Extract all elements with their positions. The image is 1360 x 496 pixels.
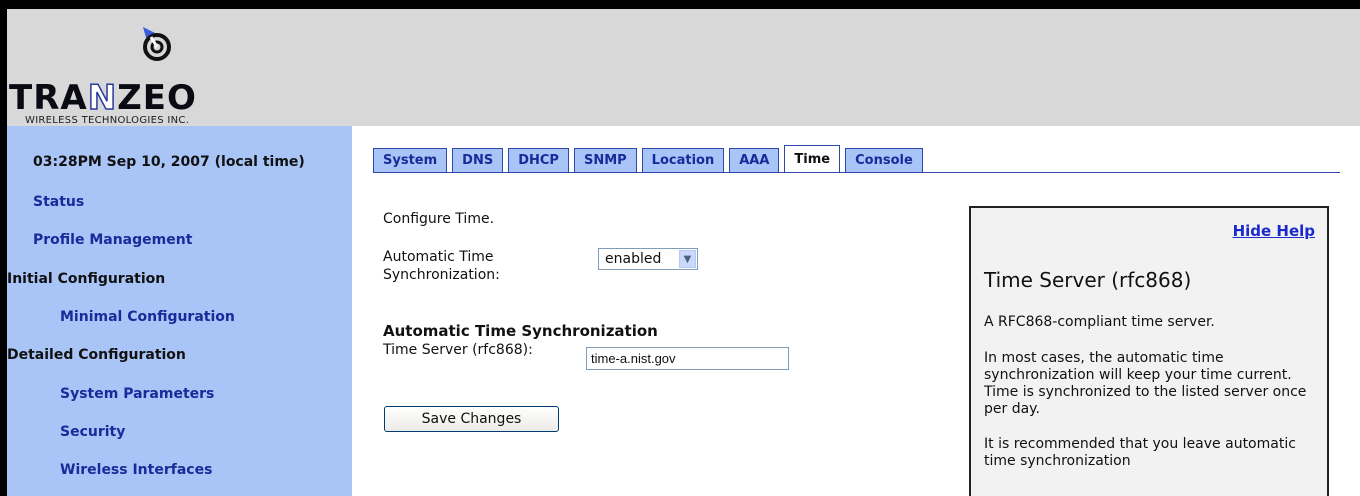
help-paragraph-2: In most cases, the automatic time synchr… [984, 350, 1307, 417]
header: TRANZEO WIRELESS TECHNOLOGIES INC. [7, 9, 1360, 126]
tab-dhcp[interactable]: DHCP [508, 148, 569, 172]
form-intro: Configure Time. [383, 211, 495, 227]
help-title: Time Server (rfc868) [984, 268, 1192, 292]
local-time: 03:28PM Sep 10, 2007 (local time) [33, 154, 305, 170]
tab-location[interactable]: Location [641, 148, 725, 172]
help-paragraph-1: A RFC868-compliant time server. [984, 314, 1215, 330]
tab-console[interactable]: Console [845, 148, 923, 172]
sidebar-item-profile-management[interactable]: Profile Management [33, 232, 192, 248]
sidebar-item-security[interactable]: Security [60, 424, 125, 440]
tab-system[interactable]: System [373, 148, 448, 172]
app-frame: TRANZEO WIRELESS TECHNOLOGIES INC. 03:28… [7, 9, 1360, 496]
sidebar-item-minimal-configuration[interactable]: Minimal Configuration [60, 309, 235, 325]
chevron-down-icon[interactable]: ▼ [679, 250, 696, 268]
auto-sync-label-line2: Synchronization: [383, 267, 500, 283]
sidebar-heading-initial-configuration: Initial Configuration [7, 271, 166, 287]
sidebar-item-status[interactable]: Status [33, 194, 84, 210]
hide-help-link[interactable]: Hide Help [1233, 222, 1315, 240]
auto-sync-label-line1: Automatic Time [383, 249, 494, 265]
logo-mark-icon [143, 27, 171, 61]
tab-aaa[interactable]: AAA [729, 148, 780, 172]
main-content: System DNS DHCP SNMP Location AAA Time C… [352, 126, 1360, 496]
logo-subtitle: WIRELESS TECHNOLOGIES INC. [25, 115, 190, 126]
tab-bar: System DNS DHCP SNMP Location AAA Time C… [373, 144, 928, 173]
sidebar-item-wireless-interfaces[interactable]: Wireless Interfaces [60, 462, 212, 478]
tab-dns[interactable]: DNS [452, 148, 504, 172]
tranzeo-logo: TRANZEO WIRELESS TECHNOLOGIES INC. [9, 23, 299, 126]
logo-wordmark: TRANZEO [9, 78, 197, 118]
time-server-label: Time Server (rfc868): [383, 342, 533, 358]
help-paragraph-3: It is recommended that you leave automat… [984, 436, 1296, 469]
auto-sync-select[interactable]: enabled ▼ [598, 248, 698, 270]
auto-sync-select-value: enabled [605, 251, 662, 267]
tab-snmp[interactable]: SNMP [573, 148, 637, 172]
sidebar-heading-detailed-configuration: Detailed Configuration [7, 347, 186, 363]
section-heading: Automatic Time Synchronization [383, 322, 658, 340]
time-server-input[interactable] [586, 347, 789, 370]
tab-underline [373, 172, 1340, 173]
tab-time[interactable]: Time [784, 145, 841, 173]
help-panel: Hide Help Time Server (rfc868) A RFC868-… [969, 206, 1329, 496]
save-changes-button[interactable]: Save Changes [384, 406, 559, 432]
sidebar: 03:28PM Sep 10, 2007 (local time) Status… [7, 126, 352, 496]
sidebar-item-system-parameters[interactable]: System Parameters [60, 386, 214, 402]
